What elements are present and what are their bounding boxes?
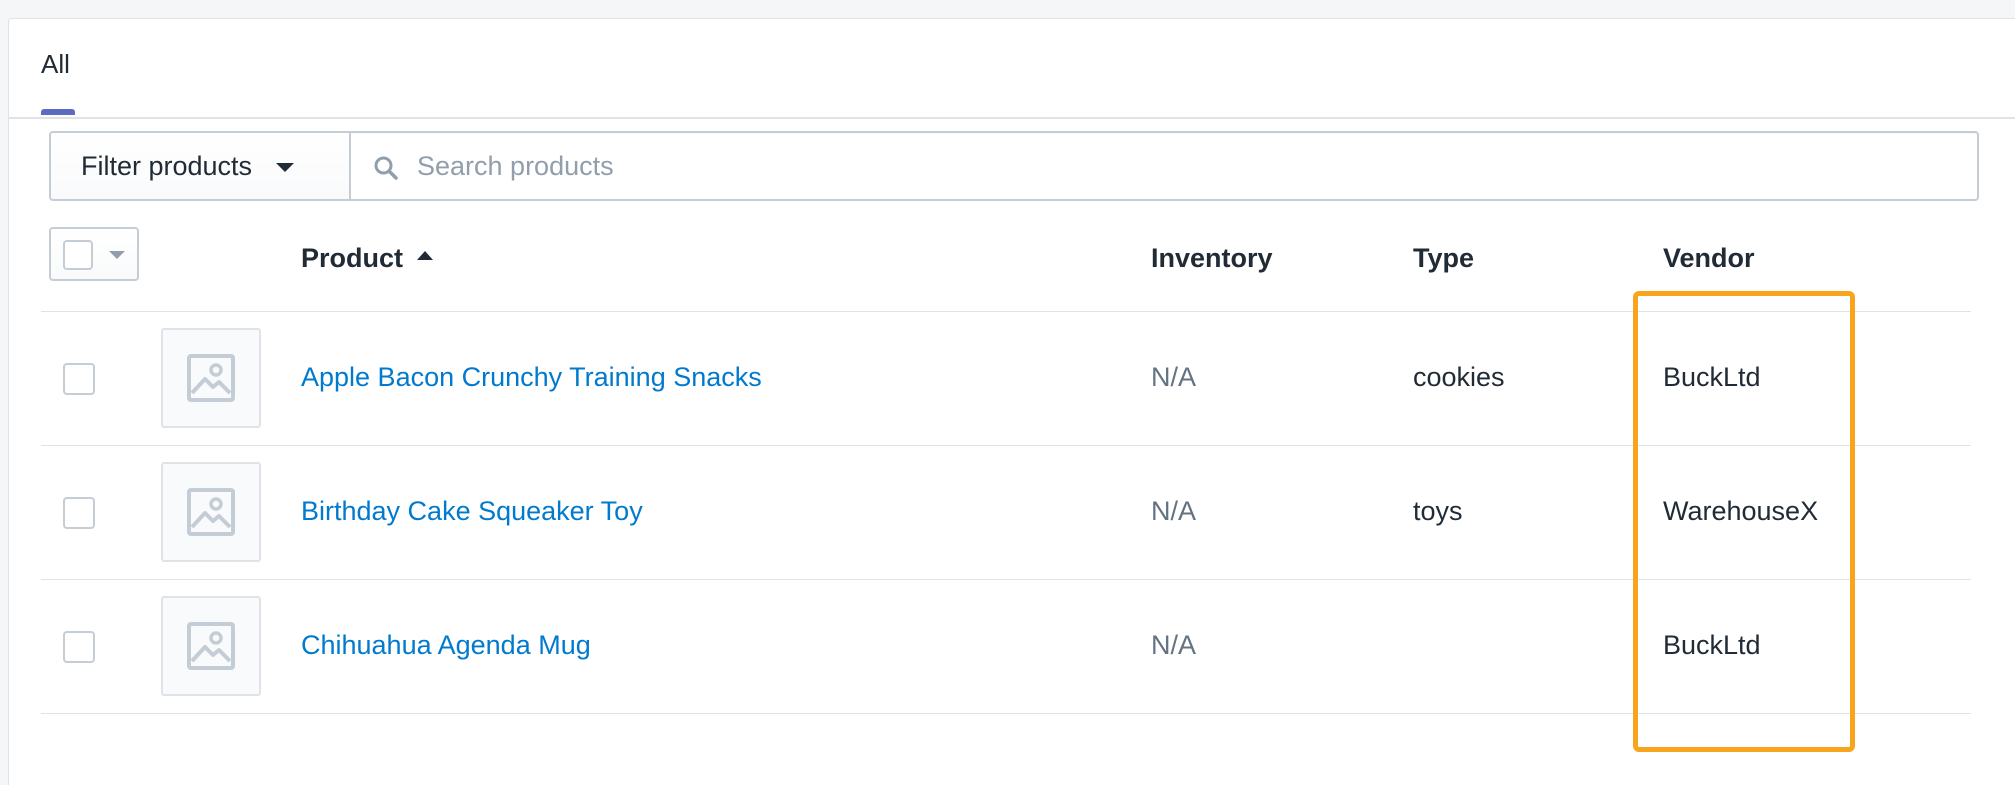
row-checkbox[interactable] xyxy=(63,631,95,663)
column-header-type: Type xyxy=(1413,243,1475,273)
tab-all[interactable]: All xyxy=(41,49,70,80)
inventory-value: N/A xyxy=(1151,496,1197,526)
column-header-product[interactable]: Product xyxy=(301,243,434,274)
sort-ascending-icon xyxy=(417,251,434,261)
filter-products-button[interactable]: Filter products xyxy=(49,131,351,201)
inventory-value: N/A xyxy=(1151,362,1197,392)
caret-down-icon xyxy=(109,251,125,259)
search-input[interactable] xyxy=(417,133,1917,199)
image-placeholder-icon xyxy=(187,622,235,670)
column-header-product-label: Product xyxy=(301,243,404,273)
column-header-inventory: Inventory xyxy=(1151,243,1273,273)
filter-products-label: Filter products xyxy=(81,150,253,181)
vendor-value: WarehouseX xyxy=(1663,496,1819,526)
search-icon xyxy=(374,156,398,180)
product-thumbnail xyxy=(161,596,261,696)
search-field[interactable] xyxy=(349,131,1979,201)
type-value: cookies xyxy=(1413,362,1505,392)
image-placeholder-icon xyxy=(187,354,235,402)
row-checkbox[interactable] xyxy=(63,363,95,395)
table-row: Chihuahua Agenda Mug N/A BuckLtd xyxy=(41,580,1971,714)
product-name-link[interactable]: Birthday Cake Squeaker Toy xyxy=(301,496,643,527)
product-name-link[interactable]: Apple Bacon Crunchy Training Snacks xyxy=(301,362,762,393)
tab-selected-indicator xyxy=(41,109,75,115)
image-placeholder-icon xyxy=(187,488,235,536)
tab-bar: All xyxy=(9,19,2015,119)
inventory-value: N/A xyxy=(1151,630,1197,660)
table-row: Apple Bacon Crunchy Training Snacks N/A … xyxy=(41,312,1971,446)
column-header-vendor: Vendor xyxy=(1663,243,1755,273)
product-thumbnail xyxy=(161,328,261,428)
filter-bar: Filter products xyxy=(49,131,1979,201)
products-table: Product Inventory Type Vendor Apple Baco… xyxy=(41,213,1971,714)
row-checkbox[interactable] xyxy=(63,497,95,529)
table-header: Product Inventory Type Vendor xyxy=(41,213,1971,312)
type-value: toys xyxy=(1413,496,1463,526)
vendor-value: BuckLtd xyxy=(1663,630,1761,660)
select-all-checkbox[interactable] xyxy=(63,240,93,270)
table-row: Birthday Cake Squeaker Toy N/A toys Ware… xyxy=(41,446,1971,580)
bulk-select-button[interactable] xyxy=(49,227,139,281)
caret-down-icon xyxy=(276,162,295,172)
vendor-value: BuckLtd xyxy=(1663,362,1761,392)
product-thumbnail xyxy=(161,462,261,562)
product-name-link[interactable]: Chihuahua Agenda Mug xyxy=(301,630,591,661)
products-card: All Filter products Product Inventory xyxy=(8,18,2015,785)
